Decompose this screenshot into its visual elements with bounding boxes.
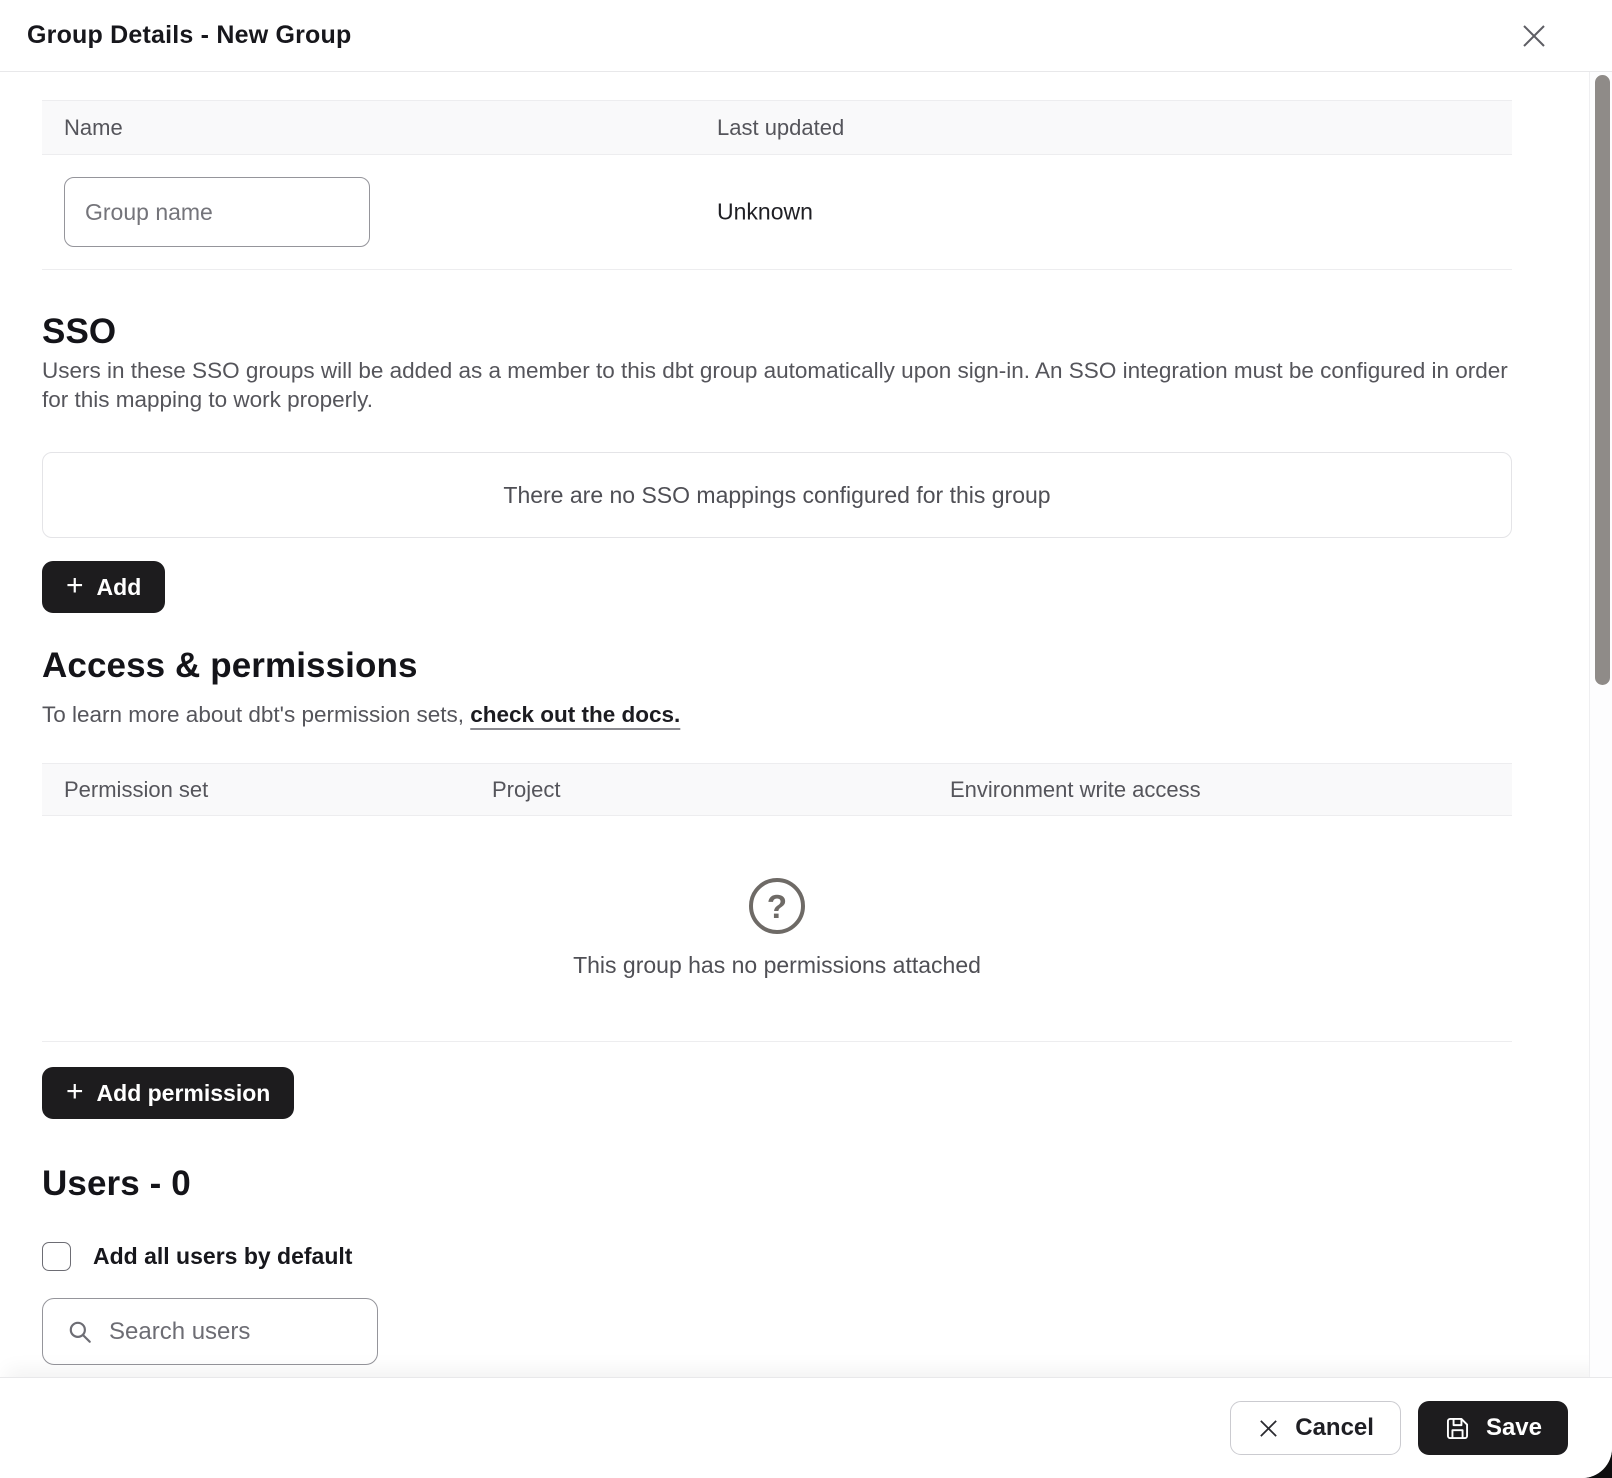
save-button[interactable]: Save (1418, 1401, 1568, 1455)
user-search-box (42, 1298, 378, 1365)
close-icon (1519, 21, 1549, 51)
permissions-description-text: To learn more about dbt's permission set… (42, 702, 470, 727)
add-all-users-label: Add all users by default (93, 1243, 352, 1270)
permissions-description: To learn more about dbt's permission set… (42, 700, 1512, 729)
permissions-empty-message: This group has no permissions attached (573, 952, 981, 979)
column-header-environment-write-access: Environment write access (950, 777, 1201, 803)
plus-icon: + (66, 1077, 84, 1107)
column-header-permission-set: Permission set (64, 777, 208, 803)
docs-link[interactable]: check out the docs. (470, 702, 680, 727)
permissions-empty-state: ? This group has no permissions attached (42, 816, 1512, 1042)
dialog-header: Group Details - New Group (0, 0, 1612, 72)
question-mark-glyph: ? (767, 890, 787, 923)
group-name-input[interactable] (64, 177, 370, 247)
scrollbar-thumb[interactable] (1595, 75, 1610, 685)
save-floppy-icon (1444, 1415, 1471, 1442)
close-button[interactable] (1512, 14, 1556, 58)
dialog-footer: Cancel Save (0, 1377, 1612, 1478)
column-header-project: Project (492, 777, 560, 803)
sso-empty-message: There are no SSO mappings configured for… (503, 482, 1050, 509)
permissions-table-header-row: Permission set Project Environment write… (42, 763, 1512, 816)
search-users-input[interactable] (109, 1318, 365, 1346)
add-all-users-row: Add all users by default (42, 1242, 352, 1271)
cancel-button[interactable]: Cancel (1230, 1401, 1401, 1455)
scrollbar-track[interactable] (1589, 72, 1612, 1377)
question-mark-icon: ? (749, 878, 805, 934)
name-table-row: Unknown (42, 155, 1512, 270)
sso-description: Users in these SSO groups will be added … (42, 356, 1512, 414)
plus-icon: + (66, 571, 84, 601)
cancel-label: Cancel (1295, 1414, 1374, 1442)
users-heading: Users - 0 (42, 1164, 191, 1204)
add-permission-button[interactable]: + Add permission (42, 1067, 294, 1119)
add-sso-label: Add (97, 574, 142, 601)
add-all-users-checkbox[interactable] (42, 1242, 71, 1271)
column-header-last-updated: Last updated (717, 115, 844, 141)
sso-empty-state: There are no SSO mappings configured for… (42, 452, 1512, 538)
search-icon (67, 1319, 93, 1345)
add-permission-label: Add permission (97, 1080, 271, 1107)
add-sso-mapping-button[interactable]: + Add (42, 561, 165, 613)
group-details-dialog: Group Details - New Group Name Last upda… (0, 0, 1612, 1478)
permissions-heading: Access & permissions (42, 646, 418, 686)
last-updated-value: Unknown (717, 199, 813, 226)
column-header-name: Name (64, 115, 123, 141)
name-table-header-row: Name Last updated (42, 100, 1512, 155)
cancel-x-icon (1257, 1417, 1280, 1440)
save-label: Save (1486, 1414, 1542, 1442)
dialog-title: Group Details - New Group (27, 21, 351, 50)
sso-heading: SSO (42, 312, 116, 352)
